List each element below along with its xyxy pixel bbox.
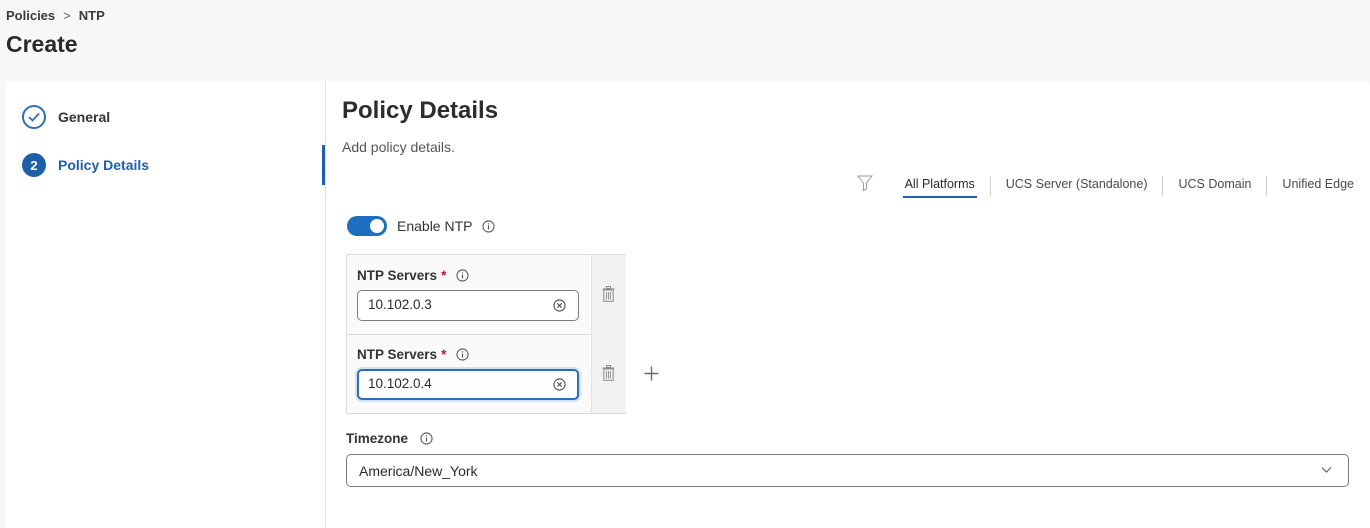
check-circle-icon: [22, 105, 46, 129]
timezone-select[interactable]: America/New_York: [346, 454, 1349, 487]
breadcrumb-separator: >: [63, 8, 71, 23]
tab-ucs-server-standalone[interactable]: UCS Server (Standalone): [991, 175, 1163, 197]
trash-icon[interactable]: [602, 286, 615, 302]
section-title: Policy Details: [342, 97, 499, 124]
clear-icon[interactable]: [553, 299, 566, 312]
ntp-server-row: NTP Servers *: [347, 255, 626, 335]
wizard-step-policy-details[interactable]: 2 Policy Details: [22, 153, 149, 177]
enable-ntp-toggle[interactable]: [347, 216, 387, 236]
tab-unified-edge[interactable]: Unified Edge: [1267, 175, 1354, 197]
clear-icon[interactable]: [553, 378, 566, 391]
ntp-servers-list: NTP Servers * 10.102.0.3 NTP Servers * 1…: [346, 254, 626, 414]
required-mark: *: [441, 347, 447, 362]
timezone-label-text: Timezone: [346, 431, 409, 446]
trash-icon[interactable]: [602, 365, 615, 381]
filter-icon[interactable]: [856, 174, 874, 192]
step-number-badge: 2: [22, 153, 46, 177]
breadcrumb-current: NTP: [78, 8, 105, 23]
ntp-server-field: [357, 369, 579, 400]
ntp-server-input[interactable]: [368, 376, 538, 391]
breadcrumb-policies-link[interactable]: Policies: [6, 8, 55, 23]
wizard-step-label: Policy Details: [58, 157, 150, 173]
timezone-selected-value: America/New_York: [359, 463, 478, 479]
policy-details-content: Policy Details Add policy details. All P…: [326, 81, 1370, 528]
ntp-server-label: NTP Servers *: [357, 268, 469, 283]
tab-all-platforms[interactable]: All Platforms: [890, 175, 990, 198]
add-ntp-server-icon[interactable]: [644, 366, 659, 381]
ntp-server-label: NTP Servers *: [357, 347, 469, 362]
wizard-steps: General 2 Policy Details: [6, 81, 326, 528]
timezone-label: Timezone: [346, 431, 433, 446]
required-mark: *: [441, 268, 447, 283]
info-icon[interactable]: [420, 432, 433, 445]
ntp-server-input[interactable]: [368, 297, 538, 312]
ntp-server-field: [357, 290, 579, 321]
main-panel: General 2 Policy Details Policy Details …: [6, 81, 1370, 528]
breadcrumb: Policies > NTP: [6, 8, 105, 23]
wizard-step-general[interactable]: General: [22, 105, 110, 129]
info-icon[interactable]: [482, 219, 496, 233]
info-icon[interactable]: [456, 269, 469, 282]
info-icon[interactable]: [456, 348, 469, 361]
row-actions: [591, 255, 626, 334]
ntp-server-label-text: NTP Servers: [357, 347, 438, 362]
wizard-step-label: General: [58, 109, 111, 125]
enable-ntp-row: Enable NTP: [347, 216, 496, 236]
toggle-knob: [370, 219, 384, 233]
ntp-server-row: NTP Servers *: [347, 334, 626, 413]
platform-tabs: All Platforms UCS Server (Standalone) UC…: [890, 175, 1354, 198]
chevron-down-icon: [1321, 467, 1332, 473]
active-step-indicator: [322, 145, 325, 185]
tab-ucs-domain[interactable]: UCS Domain: [1163, 175, 1266, 197]
section-subtitle: Add policy details.: [342, 139, 455, 155]
enable-ntp-label: Enable NTP: [397, 218, 473, 234]
row-actions: [591, 334, 626, 413]
ntp-server-label-text: NTP Servers: [357, 268, 438, 283]
page-title: Create: [6, 31, 78, 57]
